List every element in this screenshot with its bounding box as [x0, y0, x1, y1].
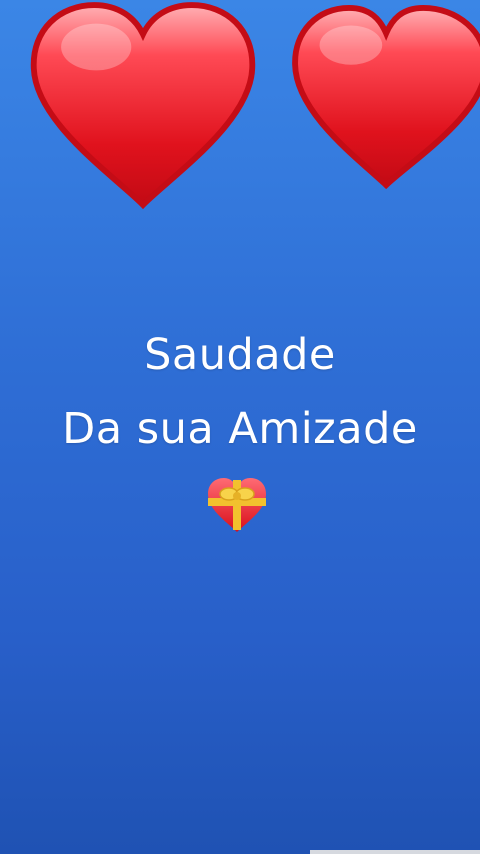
story-text: Saudade Da sua Amizade [0, 318, 480, 466]
bottom-edge-bar [310, 850, 480, 854]
story-line-1: Saudade [144, 330, 336, 380]
gift-heart-icon [208, 478, 266, 532]
story-line-2: Da sua Amizade [62, 404, 418, 454]
heart-icon [30, 2, 256, 210]
heart-icon [292, 4, 480, 190]
